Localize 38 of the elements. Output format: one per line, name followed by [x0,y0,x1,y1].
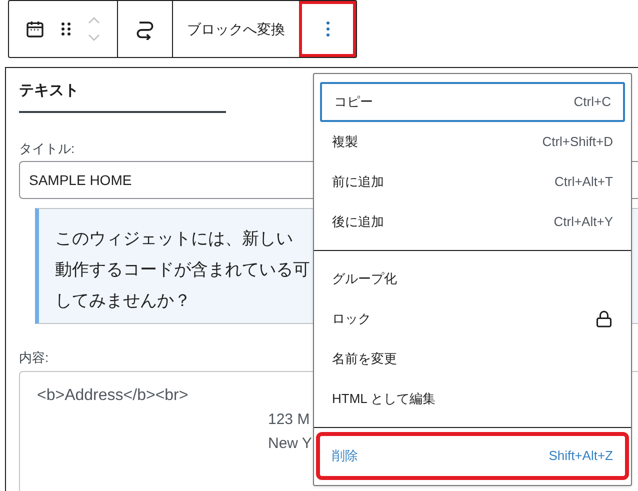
menu-item-label: グループ化 [332,270,397,288]
options-button[interactable] [299,1,356,57]
menu-item[interactable]: 前に追加 Ctrl+Alt+T [320,162,625,202]
menu-item-label: ロック [332,310,371,328]
panel-tab[interactable]: テキスト [19,80,226,112]
shortcut-text: Ctrl+C [574,93,611,112]
shortcut-text: Ctrl+Alt+Y [554,213,613,232]
notice-text: このウィジェットには、新しい [55,228,293,250]
menu-item-label: 前に追加 [332,173,384,192]
code-line: New Y [268,434,312,454]
convert-to-blocks-button[interactable]: ブロックへ変換 [173,1,299,57]
menu-item-label: 複製 [332,133,358,152]
menu-item[interactable]: ロック [320,299,625,339]
notice-text: 動作するコードが含まれている可 [55,259,310,281]
menu-item-label: 後に追加 [332,213,384,232]
code-line: <b>Address</b><br> [37,386,188,406]
notice-text: してみませんか？ [55,290,191,312]
menu-item[interactable]: 後に追加 Ctrl+Alt+Y [320,202,625,242]
more-vertical-icon [326,21,330,37]
menu-item-label: 名前を変更 [332,350,397,368]
menu-item[interactable]: 削除 Shift+Alt+Z [320,436,625,476]
shortcut-text: Ctrl+Alt+T [554,173,613,192]
menu-item[interactable]: 複製 Ctrl+Shift+D [320,122,625,162]
shortcut-text: Shift+Alt+Z [548,447,613,466]
menu-item[interactable]: 名前を変更 [320,339,625,379]
code-line: 123 M [268,410,310,430]
menu-item[interactable]: グループ化 [320,259,625,299]
shortcut-text: Ctrl+Shift+D [542,133,613,152]
content-label: 内容: [19,349,49,367]
drag-handle-icon[interactable] [61,21,71,37]
title-label: タイトル: [19,140,75,158]
menu-item[interactable]: HTML として編集 [320,379,625,419]
lock-icon [595,310,613,328]
menu-item[interactable]: コピー Ctrl+C [320,82,625,122]
menu-item-label: HTML として編集 [332,390,436,408]
menu-item-label: 削除 [332,447,358,466]
menu-item-label: コピー [334,93,373,112]
calendar-icon[interactable] [25,19,45,39]
